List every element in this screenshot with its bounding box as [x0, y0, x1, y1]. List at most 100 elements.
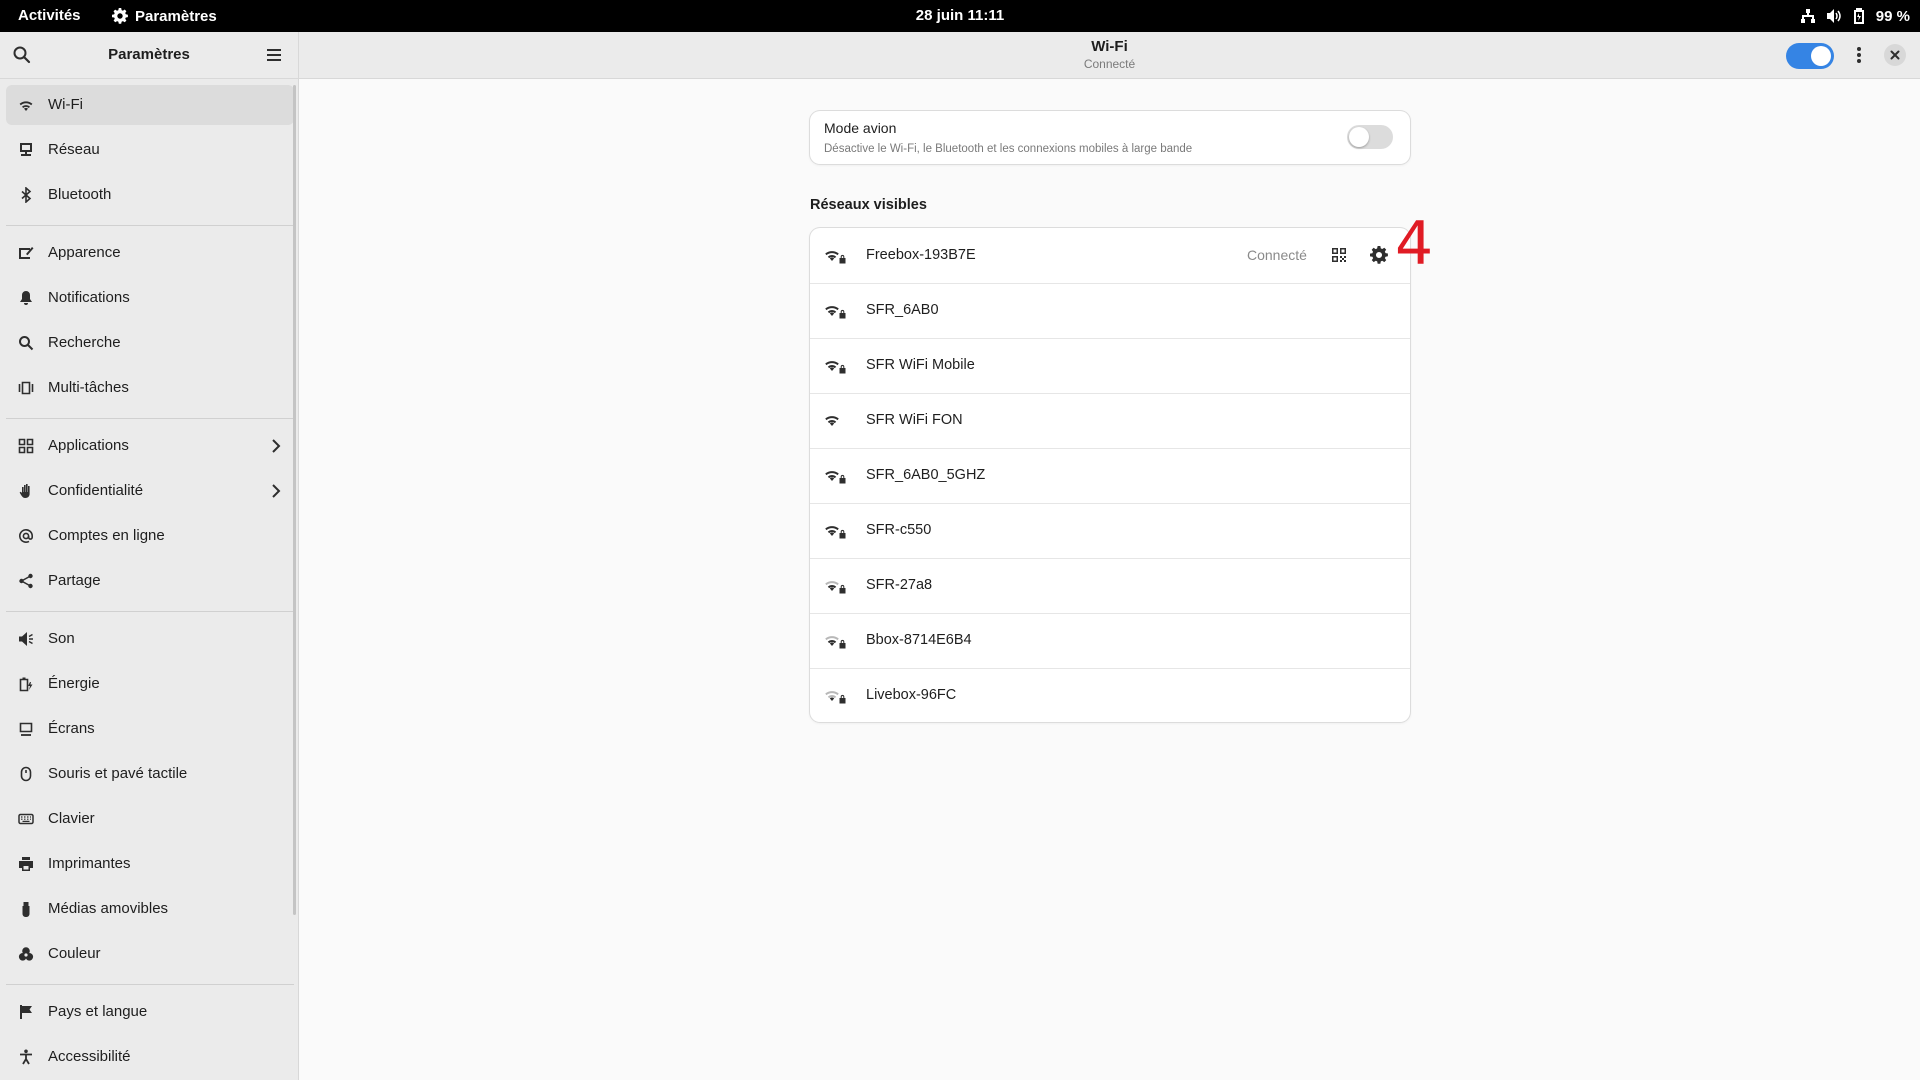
window-header: Paramètres Wi-Fi Connecté	[0, 32, 1920, 79]
sidebar-item-notifications[interactable]: Notifications	[6, 278, 294, 318]
wifi-secure-icon	[825, 471, 846, 484]
wifi-icon	[825, 416, 839, 426]
sidebar-item-region-language[interactable]: Pays et langue	[6, 992, 294, 1032]
bluetooth-icon	[21, 187, 32, 203]
search-icon[interactable]	[12, 45, 32, 65]
hamburger-menu-icon[interactable]	[265, 47, 283, 63]
network-row[interactable]: SFR-27a8	[810, 558, 1410, 614]
network-name: Bbox-8714E6B4	[866, 632, 972, 648]
color-icon	[18, 947, 34, 961]
qr-code-icon[interactable]	[1331, 247, 1347, 263]
sidebar-item-removable-media[interactable]: Médias amovibles	[6, 889, 294, 929]
network-list: Freebox-193B7E Connecté SFR_6AB0 SFR WiF…	[810, 228, 1410, 722]
sidebar-item-bluetooth[interactable]: Bluetooth	[6, 175, 294, 215]
sidebar: Wi-Fi Réseau Bluetooth Apparence Notific…	[0, 79, 299, 1080]
sidebar-item-label: Pays et langue	[48, 1003, 148, 1020]
network-row[interactable]: Bbox-8714E6B4	[810, 613, 1410, 669]
network-row[interactable]: SFR_6AB0	[810, 283, 1410, 339]
battery-icon	[1853, 8, 1864, 24]
clock[interactable]: 28 juin 11:11	[916, 7, 1004, 24]
wifi-weak-secure-icon	[825, 691, 846, 704]
top-bar: Activités Paramètres 28 juin 11:11 99 %	[0, 0, 1920, 32]
airplane-mode-switch[interactable]	[1347, 125, 1393, 149]
appearance-icon	[19, 247, 34, 259]
page-subtitle: Connecté	[1083, 57, 1136, 71]
speaker-icon	[19, 632, 33, 646]
activities-button[interactable]: Activités	[18, 0, 81, 32]
multitask-icon	[18, 381, 34, 395]
network-row[interactable]: SFR-c550	[810, 503, 1410, 559]
sidebar-item-wifi[interactable]: Wi-Fi	[6, 85, 294, 125]
network-name: SFR-27a8	[866, 577, 933, 593]
sidebar-separator	[6, 611, 294, 612]
sidebar-item-label: Bluetooth	[48, 186, 112, 203]
airplane-mode-row: Mode avion Désactive le Wi-Fi, le Blueto…	[810, 111, 1410, 164]
chevron-right-icon	[272, 484, 281, 498]
sidebar-item-multitasking[interactable]: Multi-tâches	[6, 368, 294, 408]
chevron-right-icon	[272, 439, 281, 453]
toggle-knob	[1811, 46, 1831, 66]
network-name: Livebox-96FC	[866, 687, 957, 703]
sidebar-item-label: Multi-tâches	[48, 379, 129, 396]
network-row[interactable]: Livebox-96FC	[810, 668, 1410, 722]
sidebar-item-color[interactable]: Couleur	[6, 934, 294, 974]
sidebar-item-applications[interactable]: Applications	[6, 426, 294, 466]
accessibility-icon	[20, 1049, 32, 1065]
sidebar-item-label: Réseau	[48, 141, 100, 158]
sidebar-item-label: Applications	[48, 437, 129, 454]
volume-icon	[1826, 9, 1841, 23]
sidebar-item-label: Wi-Fi	[48, 96, 83, 113]
network-name: SFR-c550	[866, 522, 932, 538]
sidebar-item-label: Apparence	[48, 244, 121, 261]
keyboard-icon	[18, 813, 34, 825]
network-icon	[20, 143, 32, 156]
sidebar-item-network[interactable]: Réseau	[6, 130, 294, 170]
sidebar-scrollbar[interactable]	[293, 85, 296, 915]
network-row[interactable]: SFR WiFi Mobile	[810, 338, 1410, 394]
network-name: SFR_6AB0	[866, 302, 939, 318]
wifi-toggle[interactable]	[1786, 43, 1834, 69]
sidebar-item-appearance[interactable]: Apparence	[6, 233, 294, 273]
sidebar-item-label: Accessibilité	[48, 1048, 131, 1065]
network-row[interactable]: SFR WiFi FON	[810, 393, 1410, 449]
sidebar-item-label: Clavier	[48, 810, 95, 827]
sidebar-item-privacy[interactable]: Confidentialité	[6, 471, 294, 511]
network-row[interactable]: Freebox-193B7E Connecté	[810, 228, 1410, 284]
network-name: Freebox-193B7E	[866, 247, 976, 263]
sidebar-item-keyboard[interactable]: Clavier	[6, 799, 294, 839]
sidebar-item-label: Confidentialité	[48, 482, 144, 499]
search-icon	[19, 336, 34, 351]
sidebar-item-label: Médias amovibles	[48, 900, 169, 917]
flag-icon	[20, 1005, 32, 1019]
network-name: SFR_6AB0_5GHZ	[866, 467, 986, 483]
sidebar-item-displays[interactable]: Écrans	[6, 709, 294, 749]
sidebar-separator	[6, 225, 294, 226]
sidebar-item-power[interactable]: Énergie	[6, 664, 294, 704]
network-name: SFR WiFi FON	[866, 412, 963, 428]
sidebar-item-mouse-touchpad[interactable]: Souris et pavé tactile	[6, 754, 294, 794]
network-row[interactable]: SFR_6AB0_5GHZ	[810, 448, 1410, 504]
wifi-secure-icon	[825, 361, 846, 374]
sidebar-item-label: Partage	[48, 572, 101, 589]
usb-icon	[22, 902, 30, 917]
gear-icon[interactable]	[1370, 246, 1388, 264]
sidebar-item-search[interactable]: Recherche	[6, 323, 294, 363]
sidebar-item-sound[interactable]: Son	[6, 619, 294, 659]
wifi-secure-icon	[825, 251, 846, 264]
airplane-mode-description: Désactive le Wi-Fi, le Bluetooth et les …	[824, 143, 1193, 155]
sidebar-item-online-accounts[interactable]: Comptes en ligne	[6, 516, 294, 556]
system-tray[interactable]: 99 %	[1800, 0, 1910, 32]
battery-icon	[19, 677, 33, 692]
sidebar-item-label: Notifications	[48, 289, 130, 306]
sidebar-item-accessibility[interactable]: Accessibilité	[6, 1037, 294, 1077]
close-button[interactable]	[1884, 44, 1906, 66]
battery-level: 99 %	[1875, 7, 1910, 25]
sidebar-item-sharing[interactable]: Partage	[6, 561, 294, 601]
sidebar-separator	[6, 984, 294, 985]
wifi-weak-secure-icon	[825, 636, 846, 649]
kebab-menu-icon[interactable]	[1849, 45, 1869, 65]
sidebar-item-printers[interactable]: Imprimantes	[6, 844, 294, 884]
sidebar-item-label: Recherche	[48, 334, 121, 351]
sidebar-item-label: Énergie	[48, 675, 100, 692]
app-menu[interactable]: Paramètres	[112, 0, 217, 32]
